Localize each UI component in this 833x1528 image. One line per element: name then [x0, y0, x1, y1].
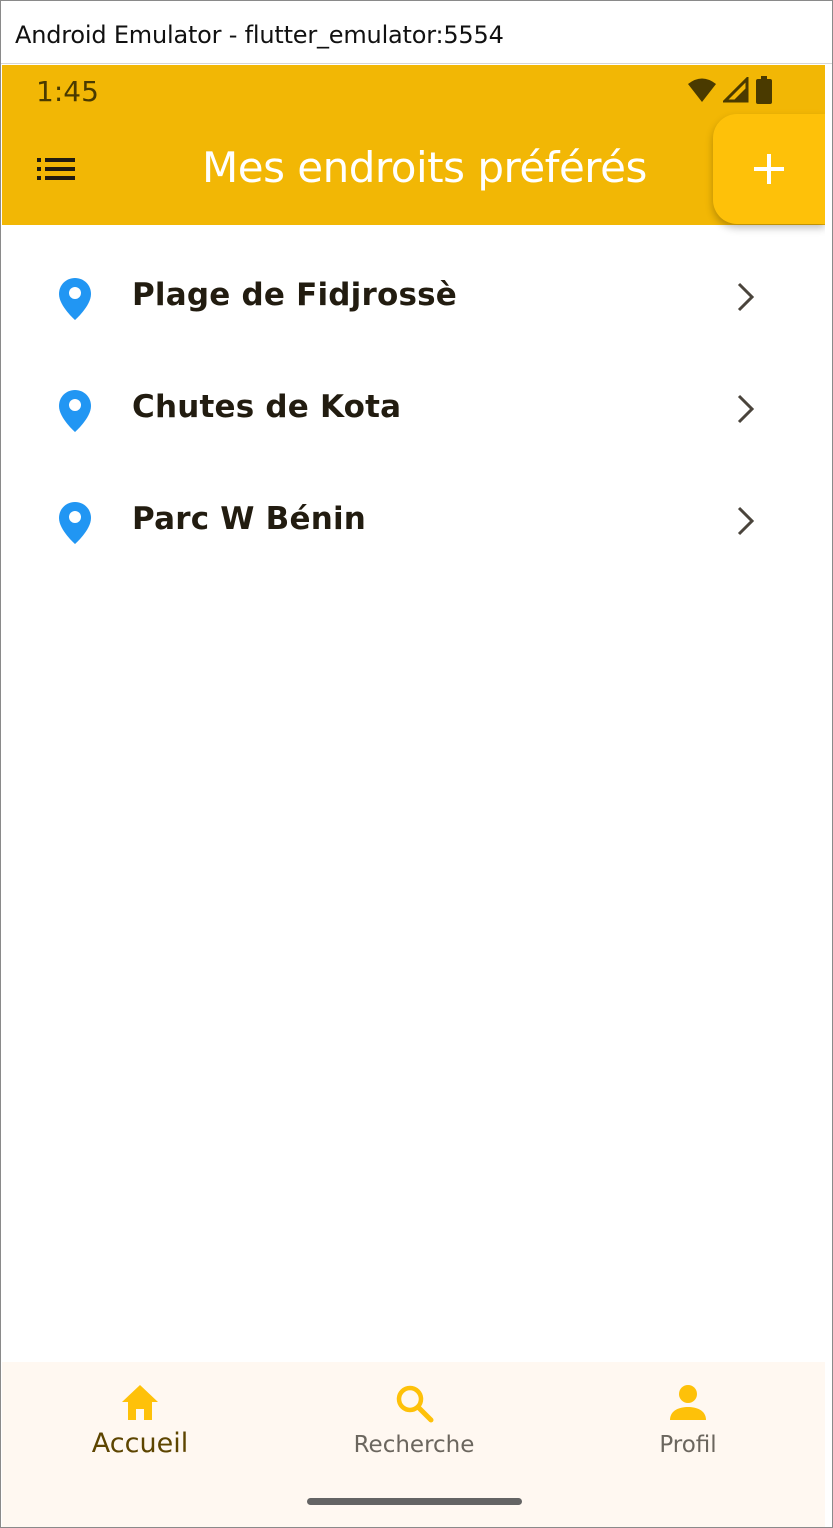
nav-item-accueil[interactable]: Accueil: [3, 1362, 277, 1482]
nav-label: Accueil: [91, 1428, 189, 1459]
search-icon: [396, 1385, 434, 1423]
status-icons: [687, 75, 773, 105]
app-bar: 1:45 Mes endroits préférés: [2, 65, 825, 225]
menu-button[interactable]: [32, 149, 80, 189]
add-place-button[interactable]: [713, 114, 825, 224]
places-list: Plage de Fidjrossè Chutes de Kota Parc W…: [2, 241, 825, 577]
person-icon: [670, 1385, 706, 1420]
status-time: 1:45: [36, 75, 99, 108]
location-pin-icon: [59, 390, 91, 432]
window-title: Android Emulator - flutter_emulator:5554: [15, 21, 504, 49]
nav-label: Recherche: [353, 1432, 475, 1458]
location-pin-icon: [59, 502, 91, 544]
home-icon: [122, 1385, 158, 1420]
nav-item-recherche[interactable]: Recherche: [277, 1362, 551, 1482]
phone-screen: 1:45 Mes endroits préférés Plage de Fidj…: [2, 65, 825, 1527]
emulator-window: Android Emulator - flutter_emulator:5554…: [0, 0, 833, 1528]
page-title: Mes endroits préférés: [202, 143, 647, 192]
bottom-navigation: Accueil Recherche Profil: [2, 1362, 825, 1527]
wifi-icon: [688, 78, 716, 102]
plus-icon: [754, 154, 784, 184]
list-item[interactable]: Chutes de Kota: [2, 353, 825, 465]
place-name: Chutes de Kota: [132, 389, 402, 425]
place-name: Plage de Fidjrossè: [132, 277, 458, 313]
location-pin-icon: [59, 278, 91, 320]
chevron-right-icon: [737, 282, 755, 312]
chevron-right-icon: [737, 394, 755, 424]
nav-label: Profil: [659, 1432, 717, 1458]
place-name: Parc W Bénin: [132, 501, 367, 537]
list-item[interactable]: Plage de Fidjrossè: [2, 241, 825, 353]
battery-icon: [756, 76, 772, 104]
chevron-right-icon: [737, 506, 755, 536]
window-titlebar: Android Emulator - flutter_emulator:5554: [1, 1, 832, 64]
gesture-handle[interactable]: [307, 1498, 522, 1505]
cell-signal-icon: [723, 77, 749, 103]
list-item[interactable]: Parc W Bénin: [2, 465, 825, 577]
nav-item-profil[interactable]: Profil: [551, 1362, 825, 1482]
list-icon: [37, 158, 75, 180]
